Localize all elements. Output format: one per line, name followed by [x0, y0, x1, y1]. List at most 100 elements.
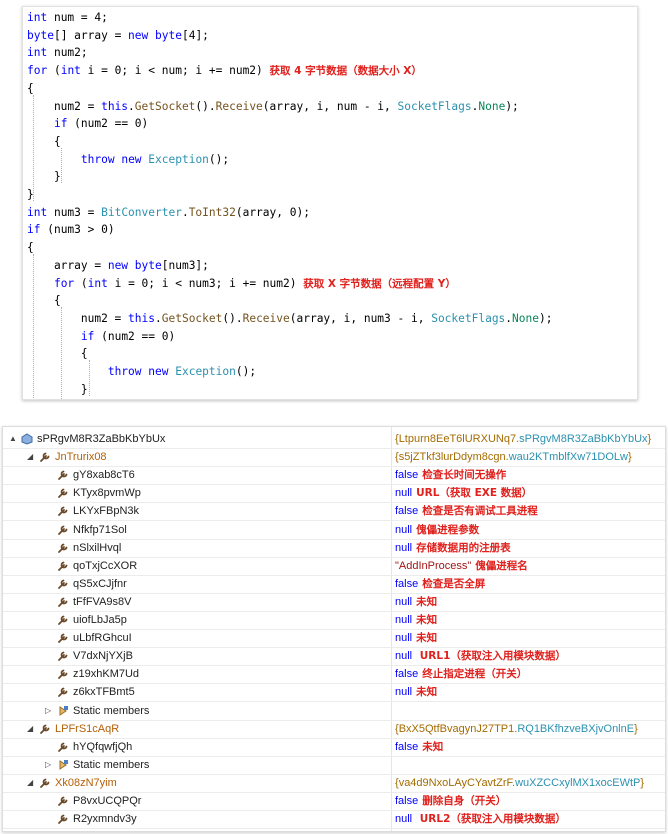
code-line: int num2; — [27, 45, 88, 61]
watch-item-name: R2yxmndv3y — [73, 813, 137, 826]
field-wrench-icon — [39, 723, 51, 735]
collapse-arrow-icon[interactable]: ▲ — [9, 435, 17, 443]
debugger-watch-panel: ▲ sPRgvM8R3ZaBbKbYbUx {Ltpurn8EeT6lURXUNq7… — [2, 426, 666, 832]
code-token: new — [128, 28, 149, 42]
watch-item-name: qS5xCJjfnr — [73, 577, 127, 590]
indent-guide — [33, 94, 34, 201]
watch-row[interactable]: V7dxNjYXjB null URL1（获取注入用模块数据） — [3, 647, 665, 667]
watch-item-value: null 未知 — [395, 683, 437, 701]
watch-item-name: Static members — [73, 704, 150, 717]
code-token: (). — [195, 99, 216, 113]
watch-row[interactable]: uLbfRGhcuI null 未知 — [3, 629, 665, 649]
code-line: for (int i = 0; i < num; i += num2) 获取 4… — [27, 63, 422, 79]
code-token: None — [478, 99, 506, 113]
code-token: num3 = — [47, 205, 102, 219]
code-token: i = 0; i < num3; i += num2) — [107, 276, 304, 290]
indent-guide — [61, 147, 62, 184]
watch-row[interactable]: z6kxTFBmt5 null 未知 — [3, 683, 665, 703]
value-token: s5jZTkf3lurDdym8cgn. — [398, 451, 509, 464]
watch-item-name: tFfFVA9s8V — [73, 595, 132, 608]
annotation-note: URL（获取 EXE 数据） — [416, 487, 533, 500]
annotation-note: 傀儡进程名 — [475, 559, 528, 572]
class-icon — [21, 433, 33, 445]
watch-row[interactable]: uiofLbJa5p null 未知 — [3, 611, 665, 630]
watch-item-name: gY8xab8cT6 — [73, 469, 135, 482]
code-token: Exception — [148, 152, 209, 166]
value-token: null — [395, 541, 413, 554]
field-wrench-icon — [57, 686, 69, 698]
watch-row[interactable]: nSlxilHvql null 存储数据用的注册表 — [3, 539, 665, 558]
watch-item-name: uiofLbJa5p — [73, 614, 127, 626]
watch-row[interactable]: R2yxmndv3y null URL2（获取注入用模块数据） — [3, 810, 665, 830]
watch-item-name: LPFrS1cAqR — [55, 722, 120, 735]
code-token: int — [87, 276, 108, 290]
watch-row[interactable]: qoTxjCcXOR "AddInProcess" 傀儡进程名 — [3, 557, 665, 576]
watch-row[interactable]: hYQfqwfjQh false 未知 — [3, 738, 665, 757]
code-line: } — [27, 382, 88, 398]
code-line: throw new Exception(); — [27, 152, 229, 168]
code-token: num2; — [47, 46, 88, 60]
watch-item-value: false 终止指定进程（开关） — [395, 665, 527, 683]
watch-row[interactable]: ◢ LPFrS1cAqR {BxX5QtfBvagynJ27TP1.RQ1BKfhz… — [3, 720, 665, 739]
watch-row[interactable]: gY8xab8cT6 false 检查长时间无操作 — [3, 466, 665, 486]
code-token: int — [27, 11, 48, 24]
watch-row[interactable]: z19xhKM7Ud false 终止指定进程（开关） — [3, 665, 665, 685]
code-token: int — [27, 46, 48, 60]
field-wrench-icon — [57, 560, 69, 572]
field-wrench-icon — [39, 777, 51, 789]
watch-row[interactable]: P8vxUCQPQr false 删除自身（开关） — [3, 792, 665, 811]
field-wrench-icon — [57, 487, 69, 499]
field-wrench-icon — [57, 795, 69, 807]
field-wrench-icon — [57, 578, 69, 590]
watch-row[interactable]: ▷ Static members — [3, 702, 665, 721]
watch-item-value: null 未知 — [395, 629, 437, 647]
watch-row[interactable]: ◢ JnTrurix08 {s5jZTkf3lurDdym8cgn.wau2KTmb… — [3, 448, 665, 468]
value-token: false — [395, 795, 419, 807]
code-line: } — [27, 399, 61, 400]
watch-row[interactable]: ▷ Static members — [3, 756, 665, 775]
code-token: num2 = — [27, 311, 129, 325]
expand-arrow-icon[interactable]: ▷ — [45, 706, 53, 715]
code-token: int — [60, 64, 81, 78]
expand-arrow-icon[interactable]: ▷ — [45, 760, 53, 769]
value-token: false — [395, 469, 419, 482]
watch-row[interactable]: KTyx8pvmWp null URL（获取 EXE 数据） — [3, 484, 665, 504]
watch-item-value: false 检查是否有调试工具进程 — [395, 502, 538, 520]
value-token: false — [395, 505, 419, 518]
annotation-note: 未知 — [416, 595, 438, 608]
code-token: new — [121, 152, 142, 166]
watch-row[interactable]: LKYxFBpN3k false 检查是否有调试工具进程 — [3, 502, 665, 522]
watch-item-name: Static members — [73, 758, 150, 771]
code-token: array = — [27, 258, 108, 272]
annotation-note: 检查是否有调试工具进程 — [422, 505, 538, 518]
collapse-arrow-icon[interactable]: ◢ — [27, 453, 35, 461]
watch-row[interactable]: ▲ sPRgvM8R3ZaBbKbYbUx {Ltpurn8EeT6lURXUNq7… — [3, 430, 665, 449]
watch-row[interactable]: ◢ Xk08zN7yim {va4d9NxoLAyCYavtZrF.wuXZCCxy… — [3, 774, 665, 793]
code-token: this — [101, 99, 129, 113]
watch-item-value: {BxX5QtfBvagynJ27TP1.RQ1BKfhzveBXjvOnlnE… — [395, 720, 638, 738]
code-token: } — [27, 382, 88, 396]
watch-item-value: null 傀儡进程参数 — [395, 521, 479, 539]
indent-guide — [33, 254, 34, 399]
watch-item-value: false 未知 — [395, 738, 443, 756]
code-token: throw — [107, 365, 142, 378]
watch-item-name: KTyx8pvmWp — [73, 487, 141, 500]
code-line: num2 = this.GetSocket().Receive(array, i… — [27, 311, 553, 327]
watch-row[interactable]: Nfkfp71Sol null 傀儡进程参数 — [3, 521, 665, 540]
code-token: for — [27, 64, 48, 78]
watch-item-name: LKYxFBpN3k — [73, 505, 140, 518]
code-token: (array, i, num - i, — [262, 99, 398, 113]
code-token: . — [155, 311, 162, 325]
code-line: if (num2 == 0) — [27, 329, 175, 345]
code-token: GetSocket — [161, 311, 223, 325]
value-token: } — [627, 451, 632, 464]
watch-row[interactable]: tFfFVA9s8V null 未知 — [3, 593, 665, 612]
code-token: throw — [80, 152, 115, 166]
annotation-note: 存储数据用的注册表 — [416, 541, 511, 554]
collapse-arrow-icon[interactable]: ◢ — [27, 778, 35, 787]
code-token: . — [181, 205, 189, 219]
watch-row[interactable]: qS5xCJjfnr false 检查是否全屏 — [3, 575, 665, 594]
collapse-arrow-icon[interactable]: ◢ — [27, 724, 35, 733]
code-token: (). — [222, 311, 243, 325]
